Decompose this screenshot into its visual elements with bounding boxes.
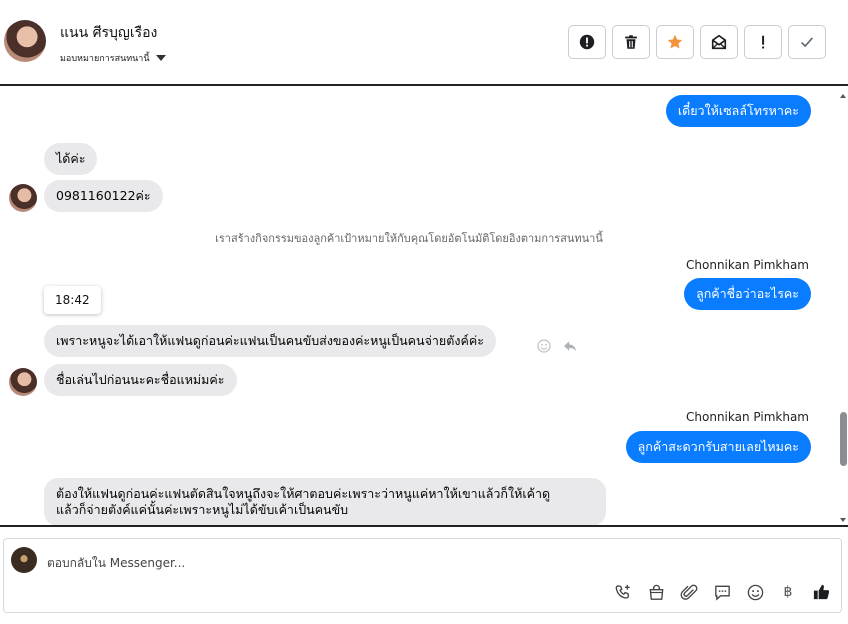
star-icon <box>667 34 683 49</box>
outgoing-message[interactable]: ลูกค้าชื่อว่าอะไรคะ <box>684 278 811 310</box>
conversation-header: แนน ศีรบุญเรือง มอบหมายการสนทนานี้ <box>0 0 848 86</box>
thumbs-up-icon <box>813 584 829 599</box>
system-notice: เราสร้างกิจกรรมของลูกค้าเป้าหมายให้กับคุ… <box>215 232 603 245</box>
like-button[interactable] <box>811 582 831 602</box>
shopping-bag-icon <box>649 584 663 600</box>
reply-composer: ฿ <box>3 538 842 613</box>
envelope-icon <box>711 34 727 50</box>
contact-avatar-small <box>9 184 37 212</box>
baht-icon: ฿ <box>783 584 793 600</box>
mark-done-button[interactable] <box>788 25 826 59</box>
assign-label: มอบหมายการสนทนานี้ <box>60 54 150 64</box>
emoji-button[interactable] <box>745 582 765 602</box>
reply-input[interactable] <box>47 553 647 573</box>
composer-tools: ฿ <box>613 582 831 602</box>
message-line: ต้องให้แฟนดูก่อนค่ะแฟนตัดสินใจหนูถึงจะให… <box>56 486 551 501</box>
message-thread[interactable]: เดี๋ยวให้เซลล์โทรหาคะ ได้ค่ะ 0981160122ค… <box>0 86 848 526</box>
mark-unread-button[interactable] <box>700 25 738 59</box>
follow-up-button[interactable] <box>744 25 782 59</box>
exclamation-icon <box>762 35 765 49</box>
sender-name: Chonnikan Pimkham <box>686 258 809 272</box>
contact-avatar-small <box>9 368 37 396</box>
sender-name: Chonnikan Pimkham <box>686 410 809 424</box>
payment-button[interactable]: ฿ <box>778 582 798 602</box>
contact-avatar[interactable] <box>4 20 46 62</box>
reply-icon[interactable] <box>562 338 578 354</box>
delete-button[interactable] <box>612 25 650 59</box>
star-button[interactable] <box>656 25 694 59</box>
paperclip-icon <box>680 584 697 600</box>
alert-circle-icon <box>579 34 595 50</box>
react-smiley-icon[interactable] <box>536 338 552 354</box>
phone-plus-icon <box>615 584 630 599</box>
chat-bubble-icon <box>714 585 730 601</box>
attach-button[interactable] <box>679 582 699 602</box>
mark-spam-button[interactable] <box>568 25 606 59</box>
message-hover-actions <box>536 338 578 354</box>
scrollbar-thumb[interactable] <box>840 412 847 466</box>
page-avatar <box>11 547 37 573</box>
scroll-up-arrow-icon[interactable] <box>840 94 846 98</box>
saved-replies-button[interactable] <box>712 582 732 602</box>
header-actions <box>568 25 826 59</box>
assign-conversation-dropdown[interactable]: มอบหมายการสนทนานี้ <box>60 51 166 65</box>
contact-name[interactable]: แนน ศีรบุญเรือง <box>60 22 157 44</box>
outgoing-message[interactable]: เดี๋ยวให้เซลล์โทรหาคะ <box>665 95 811 127</box>
incoming-message[interactable]: เพราะหนูจะได้เอาให้แฟนดูก่อนค่ะแฟนเป็นคน… <box>44 325 496 357</box>
smiley-icon <box>747 584 763 600</box>
divider <box>0 525 848 527</box>
incoming-message[interactable]: ชื่อเล่นไปก่อนนะคะชื่อแหม่มค่ะ <box>44 364 237 396</box>
call-button[interactable] <box>613 582 633 602</box>
caret-down-icon <box>155 55 166 61</box>
incoming-message[interactable]: ต้องให้แฟนดูก่อนค่ะแฟนตัดสินใจหนูถึงจะให… <box>44 478 606 526</box>
trash-icon <box>625 35 637 49</box>
check-icon <box>801 37 814 48</box>
incoming-message[interactable]: 0981160122ค่ะ <box>44 180 163 212</box>
timestamp-tooltip: 18:42 <box>44 286 101 314</box>
outgoing-message[interactable]: ลูกค้าสะดวกรับสายเลยไหมคะ <box>625 431 811 463</box>
incoming-message[interactable]: ได้ค่ะ <box>44 143 98 175</box>
shop-button[interactable] <box>646 582 666 602</box>
scroll-down-arrow-icon[interactable] <box>840 518 846 522</box>
message-line: แล้วก็จ่ายตังค์แค่นั้นค่ะเพราะหนูไม่ได้ข… <box>56 502 349 517</box>
thread-scrollbar[interactable] <box>838 86 848 526</box>
